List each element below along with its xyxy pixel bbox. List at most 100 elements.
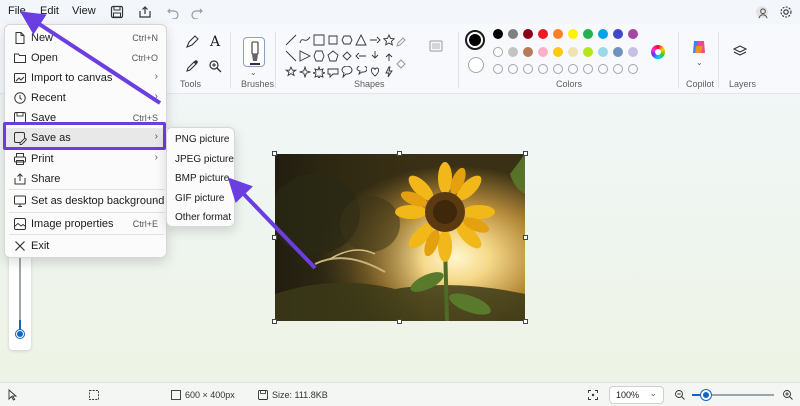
resize-handle[interactable] xyxy=(397,151,402,156)
file-menu-exit[interactable]: Exit xyxy=(5,236,168,256)
resize-handle[interactable] xyxy=(272,319,277,324)
star-shape-icon[interactable] xyxy=(383,34,395,46)
arrow-left-shape-icon[interactable] xyxy=(355,50,367,62)
color-swatch[interactable] xyxy=(628,47,638,57)
submenu-gif[interactable]: GIF picture xyxy=(175,193,224,204)
color-swatch[interactable] xyxy=(553,47,563,57)
color-swatch[interactable] xyxy=(598,29,608,39)
resize-handle[interactable] xyxy=(523,319,528,324)
menu-file[interactable]: File xyxy=(8,5,26,17)
arrow-up-shape-icon[interactable] xyxy=(383,50,395,62)
color-swatch[interactable] xyxy=(493,47,503,57)
edit-colors-icon[interactable] xyxy=(651,45,665,59)
copilot-chevron-down-icon[interactable]: ⌄ xyxy=(696,58,703,67)
brush-chevron-down-icon[interactable]: ⌄ xyxy=(250,68,257,77)
outline-icon[interactable] xyxy=(395,36,407,48)
resize-handle[interactable] xyxy=(397,319,402,324)
rect-shape-icon[interactable] xyxy=(327,34,339,46)
custom-color-slot[interactable] xyxy=(568,64,578,74)
file-menu-open[interactable]: Open Ctrl+O xyxy=(5,48,168,68)
polygon-shape-icon[interactable] xyxy=(341,34,353,46)
secondary-color[interactable] xyxy=(468,57,484,73)
redo-icon[interactable] xyxy=(190,5,204,19)
star6-shape-icon[interactable] xyxy=(313,66,325,78)
account-icon[interactable] xyxy=(756,6,768,19)
share-icon[interactable] xyxy=(138,5,152,19)
line-shape-icon[interactable] xyxy=(285,34,297,46)
custom-color-slot[interactable] xyxy=(628,64,638,74)
color-swatch[interactable] xyxy=(583,29,593,39)
zoom-slider-thumb[interactable] xyxy=(701,390,711,400)
color-swatch[interactable] xyxy=(628,29,638,39)
color-swatch[interactable] xyxy=(523,47,533,57)
speech-bubble-shape-icon[interactable] xyxy=(327,66,339,78)
custom-color-slot[interactable] xyxy=(598,64,608,74)
line2-shape-icon[interactable] xyxy=(285,50,297,62)
custom-color-slot[interactable] xyxy=(553,64,563,74)
oval-bubble-shape-icon[interactable] xyxy=(341,66,353,78)
brush-size-slider[interactable] xyxy=(9,250,31,350)
magnifier-icon[interactable] xyxy=(207,58,223,74)
primary-color-ring[interactable] xyxy=(465,30,485,50)
star2-shape-icon[interactable] xyxy=(285,66,297,78)
color-swatch[interactable] xyxy=(538,47,548,57)
zoom-slider[interactable] xyxy=(692,390,774,400)
file-menu-set-as-desktop-background[interactable]: Set as desktop background › xyxy=(5,191,168,211)
resize-handle[interactable] xyxy=(272,151,277,156)
zoom-dropdown[interactable]: 100% ⌄ xyxy=(609,386,664,404)
canvas-image[interactable] xyxy=(275,154,525,321)
settings-gear-icon[interactable] xyxy=(779,5,793,19)
color-swatch[interactable] xyxy=(508,29,518,39)
cloud-bubble-shape-icon[interactable] xyxy=(355,66,367,78)
file-menu-image-properties[interactable]: Image properties Ctrl+E xyxy=(5,214,168,234)
resize-handle[interactable] xyxy=(272,235,277,240)
undo-icon[interactable] xyxy=(166,5,180,19)
fill-icon[interactable] xyxy=(395,58,407,70)
text-tool-icon[interactable]: A xyxy=(207,34,223,50)
brush-button[interactable] xyxy=(243,37,265,67)
curve-shape-icon[interactable] xyxy=(299,34,311,46)
custom-color-slot[interactable] xyxy=(538,64,548,74)
file-menu-share[interactable]: Share xyxy=(5,169,168,189)
resize-handle[interactable] xyxy=(523,151,528,156)
custom-color-slot[interactable] xyxy=(583,64,593,74)
file-menu-new[interactable]: New Ctrl+N xyxy=(5,28,168,48)
save-icon[interactable] xyxy=(110,5,124,19)
color-swatch[interactable] xyxy=(568,29,578,39)
color-swatch[interactable] xyxy=(583,47,593,57)
menu-view[interactable]: View xyxy=(72,5,96,17)
fit-to-window-icon[interactable] xyxy=(587,389,599,401)
oval-ish-shape-icon[interactable] xyxy=(313,34,325,46)
submenu-bmp[interactable]: BMP picture xyxy=(175,173,229,184)
color-swatch[interactable] xyxy=(538,29,548,39)
color-swatch[interactable] xyxy=(598,47,608,57)
diamond-shape-icon[interactable] xyxy=(341,50,353,62)
custom-color-slot[interactable] xyxy=(523,64,533,74)
submenu-other-format[interactable]: Other format xyxy=(175,212,231,223)
color-swatch[interactable] xyxy=(493,29,503,39)
menu-edit[interactable]: Edit xyxy=(40,5,59,17)
custom-color-slot[interactable] xyxy=(508,64,518,74)
file-menu-recent[interactable]: Recent › xyxy=(5,88,168,108)
select-tool-icon[interactable] xyxy=(184,34,200,50)
heart-shape-icon[interactable] xyxy=(369,66,381,78)
arrow-right-shape-icon[interactable] xyxy=(369,34,381,46)
copilot-icon[interactable] xyxy=(690,38,708,56)
color-swatch[interactable] xyxy=(613,29,623,39)
custom-color-slot[interactable] xyxy=(613,64,623,74)
custom-color-slot[interactable] xyxy=(493,64,503,74)
triangle-shape-icon[interactable] xyxy=(355,34,367,46)
arrow-down-shape-icon[interactable] xyxy=(369,50,381,62)
submenu-jpeg[interactable]: JPEG picture xyxy=(175,154,234,165)
size-icon[interactable] xyxy=(429,40,443,52)
layers-icon[interactable] xyxy=(732,44,748,60)
pentagon-shape-icon[interactable] xyxy=(327,50,339,62)
color-swatch[interactable] xyxy=(508,47,518,57)
resize-handle[interactable] xyxy=(523,235,528,240)
star4-shape-icon[interactable] xyxy=(299,66,311,78)
slider-thumb[interactable] xyxy=(16,330,24,338)
color-swatch[interactable] xyxy=(568,47,578,57)
hexagon-shape-icon[interactable] xyxy=(313,50,325,62)
zoom-in-icon[interactable] xyxy=(782,389,794,401)
color-swatch[interactable] xyxy=(553,29,563,39)
